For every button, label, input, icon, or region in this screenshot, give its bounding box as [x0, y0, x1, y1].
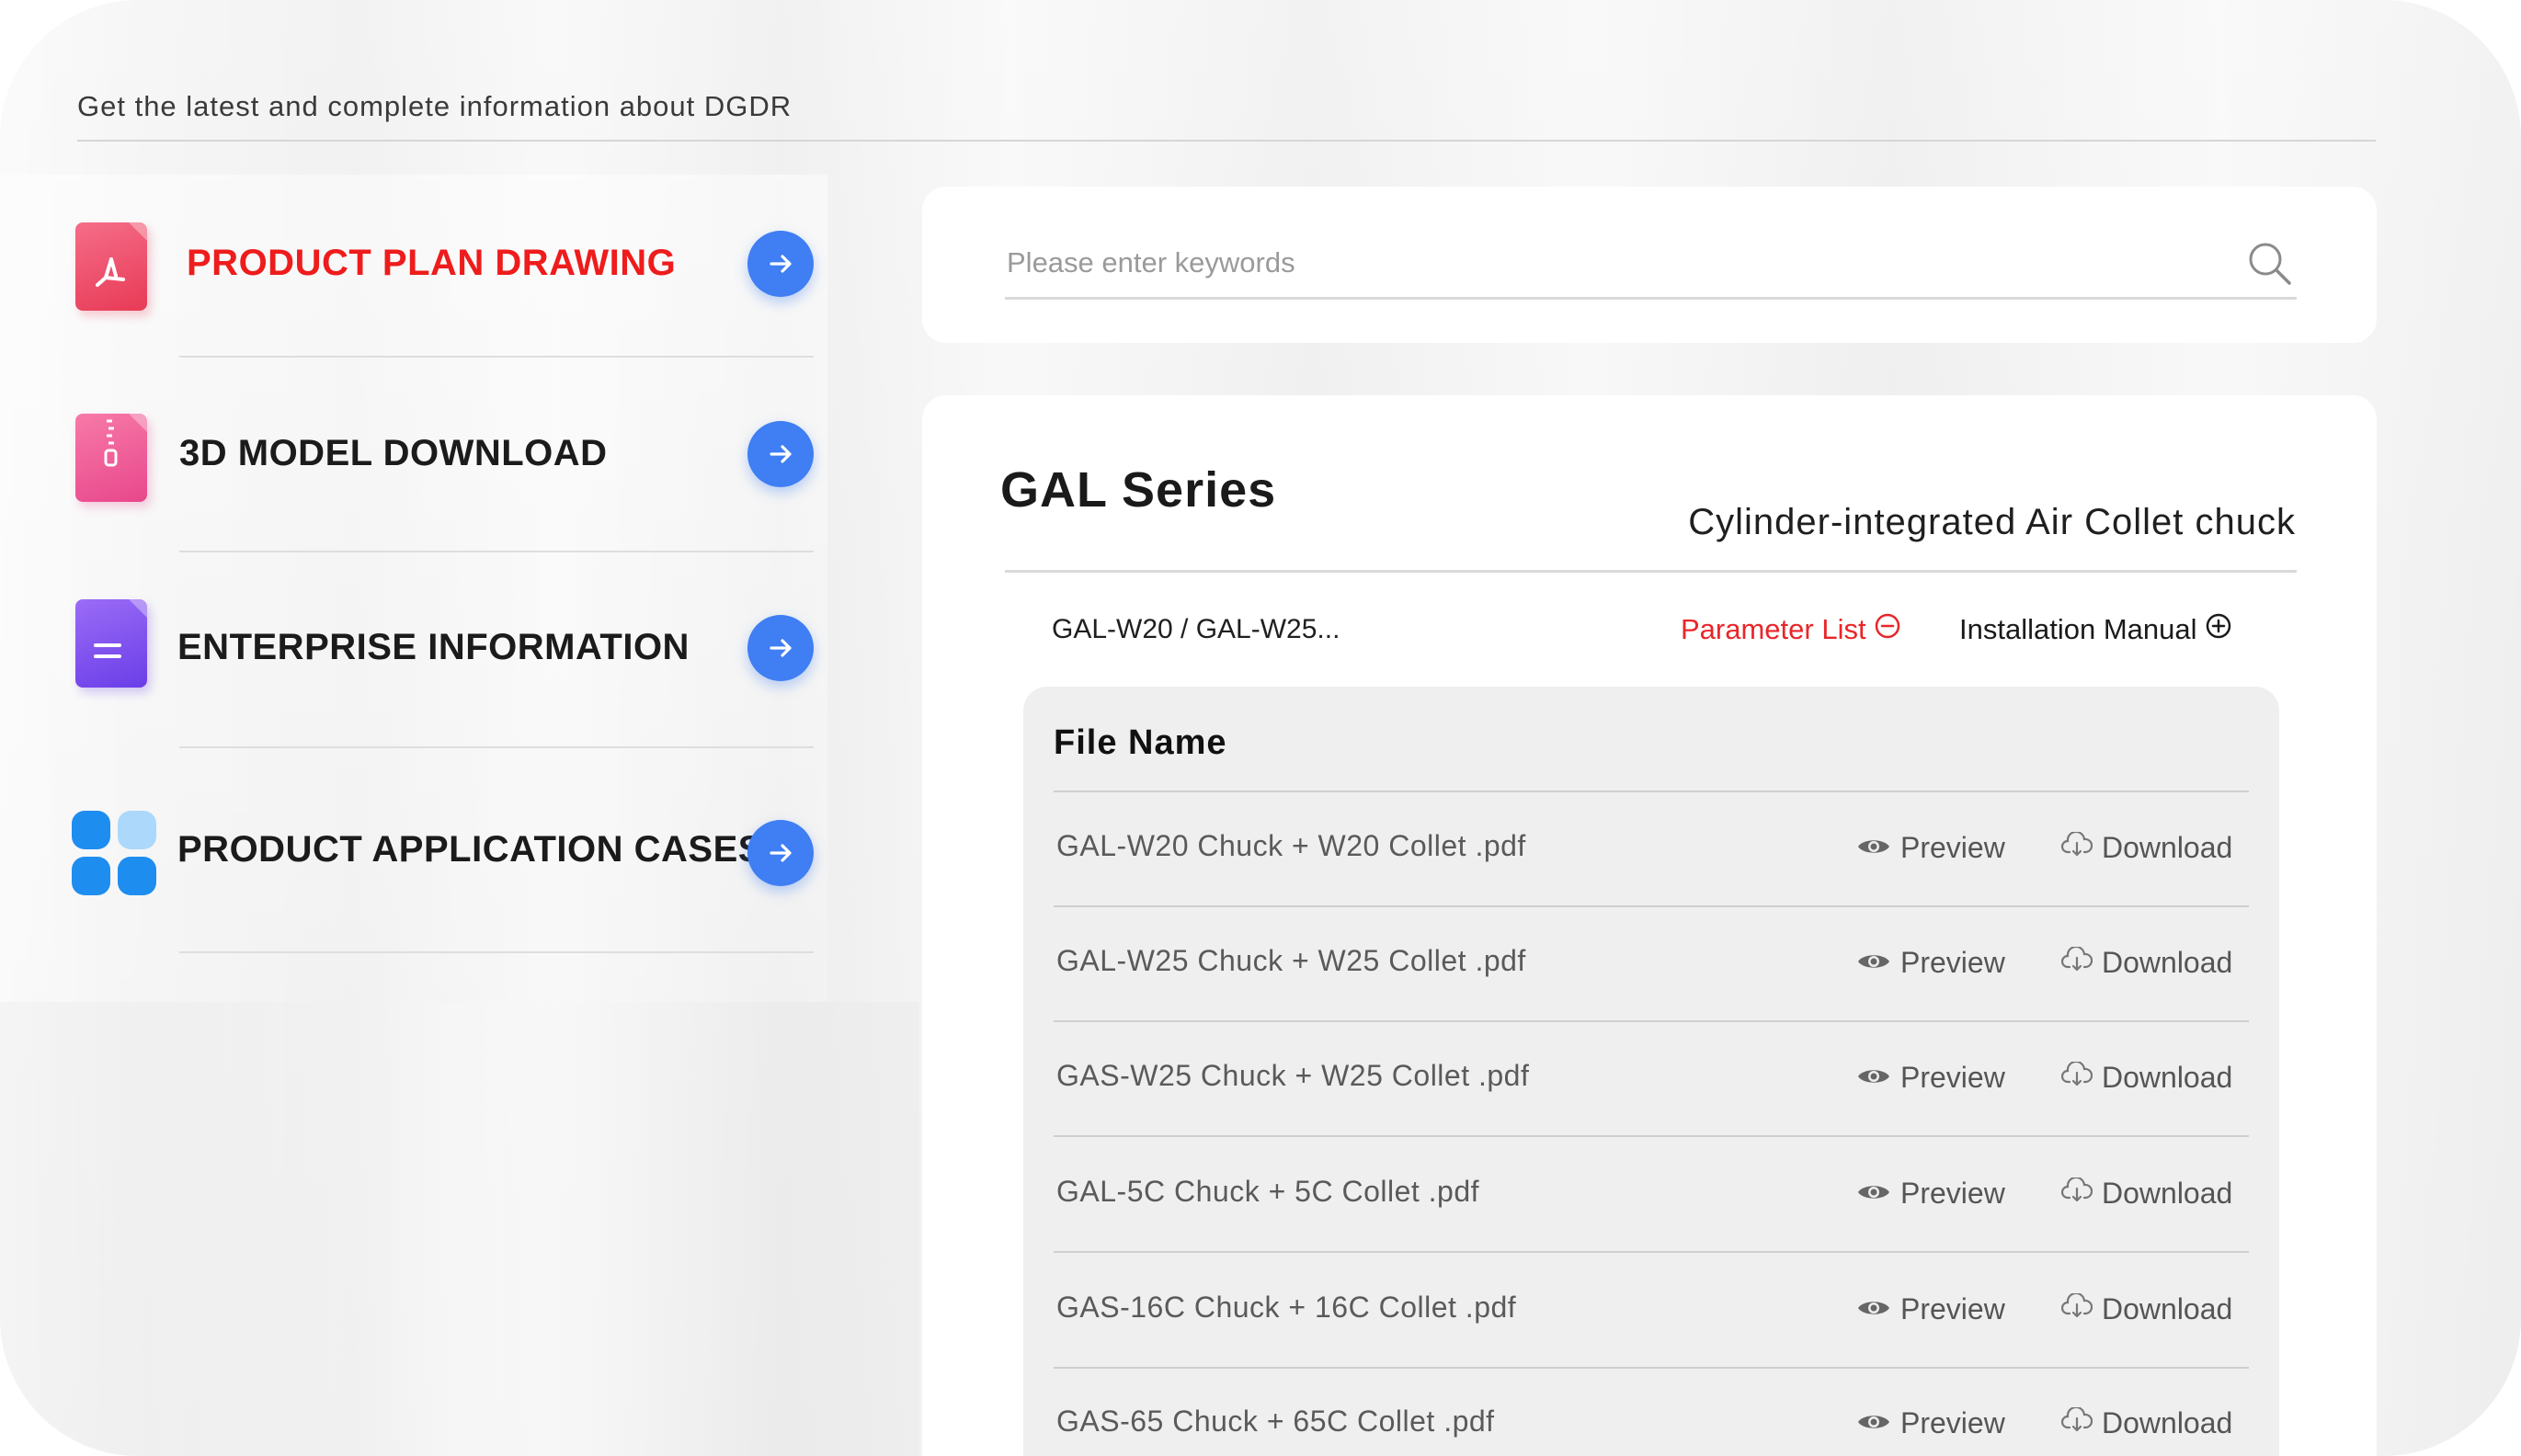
file-name: GAS-65 Chuck + 65C Collet .pdf: [1056, 1405, 1495, 1438]
table-row: GAL-W20 Chuck + W20 Collet .pdf Preview …: [1054, 792, 2249, 907]
download-button[interactable]: Download: [2060, 945, 2233, 980]
preview-button[interactable]: Preview: [1856, 1292, 2005, 1326]
row-divider: [1054, 1251, 2249, 1253]
sidebar-divider: [179, 951, 814, 953]
preview-label: Preview: [1900, 831, 2005, 864]
download-button[interactable]: Download: [2060, 1405, 2233, 1440]
file-name: GAL-W20 Chuck + W20 Collet .pdf: [1056, 829, 1526, 862]
search-underline: [1005, 297, 2297, 300]
table-row: GAL-W25 Chuck + W25 Collet .pdf Preview …: [1054, 907, 2249, 1022]
series-subtitle: Cylinder-integrated Air Collet chuck: [1688, 502, 2296, 542]
installation-manual-link[interactable]: Installation Manual: [1959, 612, 2232, 647]
sidebar-item-label: PRODUCT APPLICATION CASES: [177, 829, 763, 870]
header-tagline: Get the latest and complete information …: [77, 90, 793, 122]
parameter-list-label: Parameter List: [1681, 613, 1866, 645]
table-row: GAL-5C Chuck + 5C Collet .pdf Preview Do…: [1054, 1138, 2249, 1253]
parameter-list-link[interactable]: Parameter List: [1681, 612, 1901, 647]
eye-icon: [1856, 1177, 1891, 1211]
preview-button[interactable]: Preview: [1856, 946, 2005, 980]
file-table: File Name GAL-W20 Chuck + W20 Collet .pd…: [1023, 687, 2279, 1456]
cloud-download-icon: [2060, 1405, 2093, 1440]
download-button[interactable]: Download: [2060, 1291, 2233, 1326]
download-label: Download: [2102, 1177, 2233, 1210]
plus-circle-icon: [2205, 612, 2232, 647]
preview-button[interactable]: Preview: [1856, 1406, 2005, 1440]
preview-label: Preview: [1900, 1406, 2005, 1439]
sidebar-divider: [179, 551, 814, 552]
cloud-download-icon: [2060, 1291, 2093, 1326]
download-button[interactable]: Download: [2060, 1176, 2233, 1211]
arrow-right-icon[interactable]: [747, 231, 814, 297]
download-label: Download: [2102, 1406, 2233, 1439]
search-card: [922, 187, 2377, 343]
preview-label: Preview: [1900, 1177, 2005, 1210]
sidebar-item-label: ENTERPRISE INFORMATION: [177, 627, 690, 667]
search-icon[interactable]: [2246, 240, 2294, 292]
cloud-download-icon: [2060, 830, 2093, 865]
document-icon: [75, 599, 147, 688]
sidebar-divider: [179, 746, 814, 748]
table-row: GAS-65 Chuck + 65C Collet .pdf Preview D…: [1054, 1368, 2249, 1456]
sidebar-item-label: PRODUCT PLAN DRAWING: [187, 243, 677, 283]
preview-label: Preview: [1900, 1292, 2005, 1325]
app-grid-icon: [70, 809, 158, 897]
table-row: GAS-16C Chuck + 16C Collet .pdf Preview …: [1054, 1254, 2249, 1369]
series-divider: [1005, 570, 2297, 573]
cloud-download-icon: [2060, 1176, 2093, 1211]
preview-button[interactable]: Preview: [1856, 831, 2005, 865]
header-divider: [77, 140, 2376, 142]
search-input[interactable]: [1005, 234, 2222, 291]
installation-manual-label: Installation Manual: [1959, 613, 2197, 645]
eye-icon: [1856, 946, 1891, 980]
cloud-download-icon: [2060, 945, 2093, 980]
eye-icon: [1856, 1292, 1891, 1326]
file-name: GAL-W25 Chuck + W25 Collet .pdf: [1056, 944, 1526, 977]
download-button[interactable]: Download: [2060, 830, 2233, 865]
eye-icon: [1856, 831, 1891, 865]
preview-label: Preview: [1900, 1061, 2005, 1094]
sidebar-divider: [179, 356, 814, 358]
pdf-icon: [75, 222, 147, 311]
series-title: GAL Series: [1000, 462, 1277, 518]
eye-icon: [1856, 1406, 1891, 1440]
file-name: GAL-5C Chuck + 5C Collet .pdf: [1056, 1175, 1480, 1208]
background-tile: [0, 1002, 919, 1456]
download-label: Download: [2102, 946, 2233, 979]
download-button[interactable]: Download: [2060, 1060, 2233, 1095]
sidebar-item-label: 3D MODEL DOWNLOAD: [179, 433, 608, 473]
page-frame: Get the latest and complete information …: [0, 0, 2521, 1456]
file-name: GAS-W25 Chuck + W25 Collet .pdf: [1056, 1059, 1530, 1092]
table-row: GAS-W25 Chuck + W25 Collet .pdf Preview …: [1054, 1022, 2249, 1137]
file-name: GAS-16C Chuck + 16C Collet .pdf: [1056, 1291, 1517, 1324]
arrow-right-icon[interactable]: [747, 421, 814, 487]
zip-file-icon: [75, 414, 147, 502]
preview-button[interactable]: Preview: [1856, 1061, 2005, 1095]
arrow-right-icon[interactable]: [747, 615, 814, 681]
download-label: Download: [2102, 831, 2233, 864]
file-name-header: File Name: [1054, 723, 1227, 762]
series-card: GAL Series Cylinder-integrated Air Colle…: [922, 395, 2377, 1456]
preview-button[interactable]: Preview: [1856, 1177, 2005, 1211]
cloud-download-icon: [2060, 1060, 2093, 1095]
eye-icon: [1856, 1061, 1891, 1095]
download-label: Download: [2102, 1292, 2233, 1325]
model-list: GAL-W20 / GAL-W25...: [1052, 614, 1340, 644]
preview-label: Preview: [1900, 946, 2005, 979]
minus-circle-icon: [1874, 612, 1901, 647]
download-label: Download: [2102, 1061, 2233, 1094]
arrow-right-icon[interactable]: [747, 820, 814, 886]
row-divider: [1054, 1135, 2249, 1137]
